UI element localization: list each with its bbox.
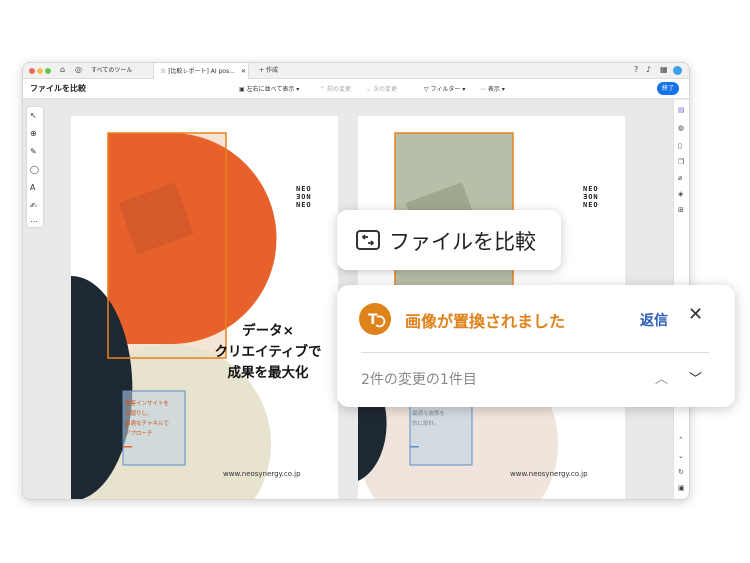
accent-line <box>410 446 419 448</box>
left-page: NEO ƎON NEO データ× クリエイティブで 成果を最大化 顧客インサイト… <box>71 116 338 499</box>
bell-icon[interactable]: ♪ <box>646 65 651 74</box>
home-icon[interactable]: ⌂ <box>60 65 65 74</box>
attachment-icon[interactable]: ⌀ <box>678 174 682 182</box>
site-url: www.neosynergy.co.jp <box>223 470 301 478</box>
view-button[interactable]: ⋯ 表示 ▾ <box>480 84 505 93</box>
zoom-icon[interactable]: ⊕ <box>30 129 37 138</box>
change-notification-card: T 画像が置換されました 返信 ✕ 2件の変更の1件目 ︿ ﹀ <box>337 285 735 407</box>
text-tool-icon[interactable]: A <box>30 183 35 192</box>
filter-icon: ▽ <box>424 86 429 93</box>
tab-label: 作成 <box>265 67 278 74</box>
maximize-window-button[interactable] <box>45 68 51 74</box>
bookmark-icon[interactable]: ▯ <box>678 142 682 150</box>
finish-button[interactable]: 終了 <box>657 82 679 95</box>
side-by-side-label: 左右に並べて表示 <box>246 86 295 93</box>
tab-compare-report[interactable]: ☆ [比較レポート] AI pos... ✕ <box>153 63 249 79</box>
scroll-down-icon[interactable]: ⌄ <box>678 452 684 460</box>
brand-logo: NEO ƎON NEO <box>583 185 599 209</box>
pages-icon[interactable]: ❐ <box>678 158 684 166</box>
more-icon: ⋯ <box>480 86 486 93</box>
tab-all-tools[interactable]: すべてのツール <box>85 63 145 79</box>
stamp-icon[interactable]: ✍ <box>30 201 37 210</box>
plus-icon: + <box>259 67 265 74</box>
chevron-up-icon: ⌃ <box>320 86 326 93</box>
reply-link[interactable]: 返信 <box>640 310 668 330</box>
scroll-up-icon[interactable]: ⌃ <box>678 436 684 444</box>
save-icon[interactable]: ▣ <box>678 484 685 492</box>
side-by-side-button[interactable]: ▣ 左右に並べて表示 ▾ <box>239 84 299 93</box>
compare-files-icon <box>356 230 380 250</box>
next-change-button[interactable]: ⌄ 次の変更 <box>366 84 397 93</box>
apps-icon[interactable]: ▦ <box>660 65 668 74</box>
comment-icon[interactable]: ◍ <box>678 124 684 132</box>
cursor-icon[interactable]: ↖ <box>30 111 37 120</box>
layers-icon[interactable]: ◈ <box>678 190 683 198</box>
left-toolbar: ↖ ⊕ ✎ ◯ A ✍ ⋯ <box>27 107 43 227</box>
tab-label: [比較レポート] AI pos... <box>168 68 235 75</box>
toolbar: ファイルを比較 ▣ 左右に並べて表示 ▾ ⌃ 前の変更 ⌄ 次の変更 ▽ フィル… <box>23 79 689 99</box>
view-label: 表示 <box>487 86 500 93</box>
prev-change-button[interactable]: ⌃ 前の変更 <box>320 84 351 93</box>
divider <box>361 352 709 353</box>
ai-assistant-icon[interactable]: ▤ <box>678 106 685 114</box>
image-replace-icon: T <box>359 303 391 335</box>
body-text: 顧客インサイトを 深掘りし、 最適なチャネルで アプローチ <box>125 401 170 437</box>
tab-label: すべてのツール <box>91 67 133 74</box>
compare-files-label: ファイルを比較 <box>389 230 536 254</box>
page-title: ファイルを比較 <box>30 84 86 93</box>
star-icon[interactable]: ☆ <box>160 67 166 75</box>
globe-icon[interactable]: ◎ <box>75 65 82 74</box>
left-page-artwork <box>71 132 277 499</box>
close-tab-icon[interactable]: ✕ <box>241 68 246 75</box>
tagline: データ× クリエイティブで 成果を最大化 <box>214 323 322 381</box>
chevron-up-icon[interactable]: ︿ <box>655 368 668 387</box>
prev-change-label: 前の変更 <box>326 86 351 93</box>
lasso-icon[interactable]: ◯ <box>30 165 39 174</box>
compare-files-callout: ファイルを比較 <box>337 210 561 270</box>
chevron-down-icon: ⌄ <box>366 86 372 93</box>
storage-icon[interactable]: ⊞ <box>678 206 684 214</box>
title-bar: ⌂ ◎ すべてのツール ☆ [比較レポート] AI pos... ✕ + 作成 … <box>23 63 689 79</box>
site-url: www.neosynergy.co.jp <box>510 470 588 478</box>
more-tools-icon[interactable]: ⋯ <box>30 217 38 226</box>
change-title: 画像が置換されました <box>405 312 566 331</box>
refresh-icon[interactable]: ↻ <box>678 468 684 476</box>
pen-icon[interactable]: ✎ <box>30 147 37 156</box>
side-by-side-icon: ▣ <box>239 86 245 93</box>
app-window: ⌂ ◎ すべてのツール ☆ [比較レポート] AI pos... ✕ + 作成 … <box>22 62 690 500</box>
filter-button[interactable]: ▽ フィルター ▾ <box>424 84 465 93</box>
avatar[interactable] <box>673 66 682 75</box>
accent-line <box>123 446 132 448</box>
change-counter: 2件の変更の1件目 <box>361 372 477 388</box>
close-icon[interactable]: ✕ <box>688 304 703 325</box>
brand-logo: NEO ƎON NEO <box>296 185 312 209</box>
help-icon[interactable]: ? <box>634 65 638 74</box>
close-window-button[interactable] <box>29 68 35 74</box>
chevron-down-icon[interactable]: ﹀ <box>689 368 702 387</box>
minimize-window-button[interactable] <box>37 68 43 74</box>
next-change-label: 次の変更 <box>372 86 397 93</box>
tab-create[interactable]: + 作成 <box>253 63 293 79</box>
filter-label: フィルター <box>430 86 461 93</box>
